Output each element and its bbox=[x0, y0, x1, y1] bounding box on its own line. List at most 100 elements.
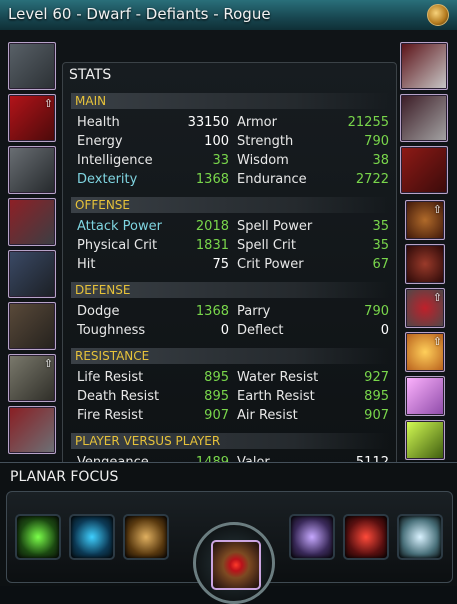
stat-label: Fire Resist bbox=[77, 408, 144, 423]
equipment-slot-dagger-icon[interactable] bbox=[400, 42, 448, 90]
stat-row: Intelligence 33 Wisdom 38 bbox=[77, 153, 389, 171]
stat-value: 35 bbox=[372, 238, 389, 253]
stat-value: 21255 bbox=[347, 115, 389, 130]
equipment-slot-trinket-icon[interactable] bbox=[405, 244, 445, 284]
stat-label: Intelligence bbox=[77, 153, 153, 168]
planar-core-icon[interactable] bbox=[211, 540, 261, 590]
equipment-slot-ranged-weapon-icon[interactable] bbox=[400, 146, 448, 194]
stat-value: 2722 bbox=[355, 172, 389, 187]
equipment-slot-cloak-icon[interactable]: ⇧ bbox=[8, 94, 56, 142]
stat-label: Health bbox=[77, 115, 120, 130]
stat-row: Attack Power 2018 Spell Power 35 bbox=[77, 219, 389, 237]
stat-value: 927 bbox=[364, 370, 389, 385]
section-header-player-versus-player: PLAYER VERSUS PLAYER bbox=[71, 433, 389, 449]
stat-label: Toughness bbox=[77, 323, 146, 338]
section-header-main: MAIN bbox=[71, 93, 389, 109]
equipment-slot-crystal-icon[interactable] bbox=[405, 376, 445, 416]
equipment-slot-ring-icon[interactable]: ⇧ bbox=[405, 288, 445, 328]
stat-row: Toughness 0 Deflect 0 bbox=[77, 323, 389, 341]
upgrade-arrow-icon: ⇧ bbox=[43, 357, 53, 370]
equipment-slot-belt-icon[interactable] bbox=[8, 302, 56, 350]
stat-label: Wisdom bbox=[237, 153, 289, 168]
stat-value: 790 bbox=[364, 134, 389, 149]
stat-label: Deflect bbox=[237, 323, 284, 338]
equipment-slot-leggings-icon[interactable]: ⇧ bbox=[8, 354, 56, 402]
stat-row: Life Resist 895 Water Resist 927 bbox=[77, 370, 389, 388]
stat-label: Water Resist bbox=[237, 370, 319, 385]
stat-row: Dexterity 1368 Endurance 2722 bbox=[77, 172, 389, 190]
stat-value: 0 bbox=[380, 323, 389, 338]
fire-planar-icon[interactable] bbox=[343, 514, 389, 560]
stat-label: Dexterity bbox=[77, 172, 138, 187]
planar-focus-bar bbox=[6, 491, 453, 604]
stats-title: STATS bbox=[69, 67, 112, 83]
stat-value: 895 bbox=[204, 370, 229, 385]
equipment-slot-seal-icon[interactable] bbox=[405, 420, 445, 460]
section-header-offense: OFFENSE bbox=[71, 197, 389, 213]
upgrade-arrow-icon: ⇧ bbox=[432, 291, 442, 304]
stat-value: 33150 bbox=[187, 115, 229, 130]
stat-label: Endurance bbox=[237, 172, 307, 187]
stat-row: Physical Crit 1831 Spell Crit 35 bbox=[77, 238, 389, 256]
stat-label: Spell Power bbox=[237, 219, 313, 234]
section-header-defense: DEFENSE bbox=[71, 282, 389, 298]
stat-label: Hit bbox=[77, 257, 96, 272]
stat-value: 100 bbox=[204, 134, 229, 149]
stat-label: Strength bbox=[237, 134, 294, 149]
stat-value: 35 bbox=[372, 219, 389, 234]
stat-row: Dodge 1368 Parry 790 bbox=[77, 304, 389, 322]
character-frame: ⇧ ⇧ ⇧ ⇧ ⇧ STATS MAIN Health 33150 Armor 21255 En… bbox=[0, 30, 457, 490]
stat-value: 895 bbox=[364, 389, 389, 404]
stat-label: Earth Resist bbox=[237, 389, 315, 404]
stat-value: 1831 bbox=[195, 238, 229, 253]
equipment-slot-necklace-icon[interactable]: ⇧ bbox=[405, 200, 445, 240]
equipment-slot-ring-gold-icon[interactable]: ⇧ bbox=[405, 332, 445, 372]
stat-value: 1368 bbox=[195, 304, 229, 319]
stat-label: Armor bbox=[237, 115, 277, 130]
upgrade-arrow-icon: ⇧ bbox=[43, 97, 53, 110]
water-planar-icon[interactable] bbox=[69, 514, 115, 560]
stat-value: 907 bbox=[364, 408, 389, 423]
air-planar-icon[interactable] bbox=[397, 514, 443, 560]
equipment-slot-shoulders-icon[interactable] bbox=[8, 146, 56, 194]
stat-label: Death Resist bbox=[77, 389, 160, 404]
stat-value: 0 bbox=[220, 323, 229, 338]
stat-value: 895 bbox=[204, 389, 229, 404]
equipment-slot-offhand-dagger-icon[interactable] bbox=[400, 94, 448, 142]
stat-row: Energy 100 Strength 790 bbox=[77, 134, 389, 152]
stat-row: Health 33150 Armor 21255 bbox=[77, 115, 389, 133]
upgrade-arrow-icon: ⇧ bbox=[432, 203, 442, 216]
equipment-slot-boots-icon[interactable] bbox=[8, 406, 56, 454]
planar-focus-panel: PLANAR FOCUS bbox=[0, 462, 457, 604]
planar-center-ring bbox=[193, 522, 275, 604]
earth-planar-icon[interactable] bbox=[123, 514, 169, 560]
title-bar: Level 60 - Dwarf - Defiants - Rogue bbox=[0, 0, 457, 31]
stat-value: 1368 bbox=[195, 172, 229, 187]
stat-value: 907 bbox=[204, 408, 229, 423]
stats-panel: STATS MAIN Health 33150 Armor 21255 Energy 100… bbox=[62, 62, 397, 490]
stat-label: Life Resist bbox=[77, 370, 144, 385]
stat-label: Attack Power bbox=[77, 219, 162, 234]
life-planar-icon[interactable] bbox=[15, 514, 61, 560]
upgrade-arrow-icon: ⇧ bbox=[432, 335, 442, 348]
death-planar-icon[interactable] bbox=[289, 514, 335, 560]
stat-label: Air Resist bbox=[237, 408, 298, 423]
equipment-slot-chest-armor-icon[interactable] bbox=[8, 198, 56, 246]
stat-label: Dodge bbox=[77, 304, 120, 319]
portrait-button[interactable] bbox=[427, 4, 449, 26]
stat-label: Spell Crit bbox=[237, 238, 296, 253]
stat-value: 75 bbox=[212, 257, 229, 272]
stat-label: Energy bbox=[77, 134, 123, 149]
stat-value: 2018 bbox=[195, 219, 229, 234]
stat-row: Fire Resist 907 Air Resist 907 bbox=[77, 408, 389, 426]
stat-value: 790 bbox=[364, 304, 389, 319]
window-title: Level 60 - Dwarf - Defiants - Rogue bbox=[8, 5, 271, 23]
stat-row: Hit 75 Crit Power 67 bbox=[77, 257, 389, 275]
stat-value: 33 bbox=[212, 153, 229, 168]
equipment-slot-helmet-icon[interactable] bbox=[8, 42, 56, 90]
stat-row: Death Resist 895 Earth Resist 895 bbox=[77, 389, 389, 407]
stat-label: Crit Power bbox=[237, 257, 304, 272]
planar-focus-title: PLANAR FOCUS bbox=[10, 469, 119, 485]
stat-label: Parry bbox=[237, 304, 271, 319]
equipment-slot-gloves-icon[interactable] bbox=[8, 250, 56, 298]
